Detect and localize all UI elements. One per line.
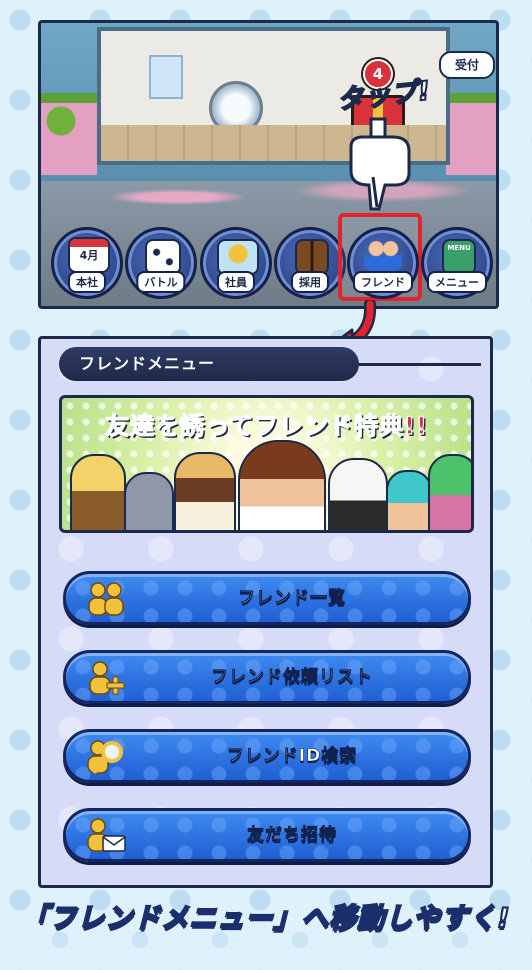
shrubbery-left	[41, 93, 97, 175]
employee-card-icon	[217, 239, 259, 275]
invite-mail-icon	[87, 818, 126, 852]
pointing-hand-icon	[349, 117, 411, 211]
panel-header: フレンドメニュー	[59, 347, 359, 381]
button-label: フレンドID検索	[226, 746, 358, 767]
nav-button-menu[interactable]: MENU メニュー	[421, 227, 493, 299]
button-label: フレンド一覧	[238, 588, 346, 609]
panel-title: フレンドメニュー	[79, 354, 216, 373]
nav-label: バトル	[136, 271, 186, 293]
reception-button[interactable]: 受付	[439, 51, 495, 79]
character-blonde	[70, 454, 126, 530]
menu-book-icon: MENU	[442, 239, 476, 275]
friend-campaign-banner[interactable]: 友達を誘ってフレンド特典!!	[59, 395, 474, 533]
friend-id-search-button[interactable]: フレンドID検索	[63, 729, 471, 783]
bottom-nav: 4月 本社 バトル 社員 採用 フレンド MENU メニュー	[45, 213, 493, 301]
search-friend-icon	[87, 740, 123, 774]
nav-label: 本社	[68, 271, 106, 293]
nav-label: 社員	[217, 271, 255, 293]
header-divider	[341, 363, 481, 366]
nav-button-battle[interactable]: バトル	[125, 227, 197, 299]
nav-button-friend[interactable]: フレンド	[347, 227, 419, 299]
nav-button-shain[interactable]: 社員	[200, 227, 272, 299]
dice-icon	[145, 239, 181, 275]
calendar-icon: 4月	[68, 237, 110, 273]
character-green-hair	[428, 454, 471, 530]
character-teal-hair	[386, 470, 432, 530]
character-hero	[238, 440, 326, 530]
nav-label: 採用	[291, 271, 329, 293]
friend-list-button[interactable]: フレンド一覧	[63, 571, 471, 625]
friends-icon	[364, 239, 402, 271]
friends-icon	[88, 582, 124, 616]
invite-friends-button[interactable]: 友だち招待	[63, 808, 471, 862]
nav-button-honsha[interactable]: 4月 本社	[51, 227, 123, 299]
footer-caption: 「フレンドメニュー」へ移動しやすく!	[20, 902, 511, 935]
game-screenshot: 4 受付 タップ! 4月 本社 バトル 社員 採用 フレンド MENU メニュー	[38, 20, 499, 309]
friend-menu-panel: フレンドメニュー 友達を誘ってフレンド特典!! フレンド一覧 フレンド依頼リスト	[38, 336, 493, 888]
add-friend-icon	[89, 661, 125, 695]
door-icon	[295, 239, 329, 275]
nav-button-saiyo[interactable]: 採用	[274, 227, 346, 299]
nav-label: フレンド	[353, 271, 413, 293]
friend-request-list-button[interactable]: フレンド依頼リスト	[63, 650, 471, 704]
character-hat-girl	[174, 452, 236, 530]
poster	[149, 55, 183, 99]
button-label: フレンド依頼リスト	[211, 667, 373, 688]
button-label: 友だち招待	[247, 825, 337, 846]
character-panda	[328, 458, 388, 530]
menu-book-text: MENU	[447, 244, 471, 252]
calendar-month: 4月	[79, 249, 99, 262]
character-cat	[124, 472, 174, 530]
banner-title: 友達を誘ってフレンド特典!!	[105, 411, 428, 440]
shrubbery-right	[446, 93, 496, 175]
nav-label: メニュー	[427, 271, 487, 293]
